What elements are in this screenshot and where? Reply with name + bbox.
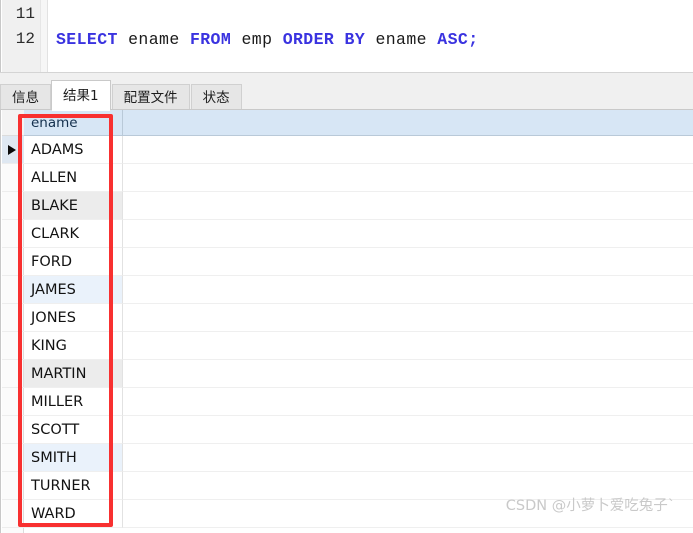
cell-ename[interactable]: ALLEN bbox=[24, 164, 123, 192]
row-filler bbox=[123, 220, 693, 248]
column-header-ename[interactable]: ename bbox=[24, 110, 123, 135]
sql-token-space bbox=[272, 30, 282, 49]
table-row[interactable]: MARTIN bbox=[24, 360, 693, 388]
editor-line-11[interactable]: 11 bbox=[1, 2, 693, 27]
line-number: 11 bbox=[15, 5, 35, 23]
table-row[interactable]: MILLER bbox=[24, 388, 693, 416]
tab-list: 信息 结果1 配置文件 状态 bbox=[0, 77, 243, 111]
row-header-cell[interactable] bbox=[2, 388, 24, 416]
csdn-watermark: CSDN @小萝卜爱吃兔子` bbox=[505, 498, 675, 514]
line-number: 12 bbox=[15, 30, 35, 48]
table-row[interactable]: JONES bbox=[24, 304, 693, 332]
sql-token-space bbox=[427, 30, 437, 49]
row-filler bbox=[123, 164, 693, 192]
sql-token-space bbox=[118, 30, 128, 49]
row-header-cell[interactable] bbox=[2, 444, 24, 472]
tab-2-active[interactable]: 结果1 bbox=[51, 80, 111, 111]
row-header-cell[interactable] bbox=[2, 276, 24, 304]
sql-token-punc: ; bbox=[468, 30, 479, 49]
sql-token-id: ename bbox=[128, 30, 180, 49]
row-header-cell[interactable] bbox=[2, 248, 24, 276]
tab-3[interactable]: 配置文件 bbox=[111, 84, 190, 111]
cell-ename[interactable]: FORD bbox=[24, 248, 123, 276]
row-filler bbox=[123, 332, 693, 360]
cell-ename[interactable]: JONES bbox=[24, 304, 123, 332]
sql-token-id: ename bbox=[375, 30, 427, 49]
row-header-cell[interactable] bbox=[2, 500, 24, 528]
table-row[interactable]: CLARK bbox=[24, 220, 693, 248]
sql-token-space bbox=[180, 30, 190, 49]
cell-ename[interactable]: MILLER bbox=[24, 388, 123, 416]
row-filler bbox=[123, 192, 693, 220]
table-row[interactable]: ALLEN bbox=[24, 164, 693, 192]
table-row[interactable]: ADAMS bbox=[24, 136, 693, 164]
row-filler bbox=[123, 388, 693, 416]
cell-ename[interactable]: KING bbox=[24, 332, 123, 360]
sql-token-kw: SELECT bbox=[56, 30, 118, 49]
row-header-cell[interactable] bbox=[2, 192, 24, 220]
cell-ename[interactable]: CLARK bbox=[24, 220, 123, 248]
table-row[interactable]: KING bbox=[24, 332, 693, 360]
table-row[interactable]: SCOTT bbox=[24, 416, 693, 444]
row-header-cell[interactable] bbox=[2, 164, 24, 192]
cell-ename[interactable]: ADAMS bbox=[24, 136, 123, 164]
cell-ename[interactable]: MARTIN bbox=[24, 360, 123, 388]
sql-token-id: emp bbox=[241, 30, 273, 49]
tab-1[interactable]: 信息 bbox=[0, 84, 51, 111]
row-header-column bbox=[2, 110, 24, 533]
grid-header-row: ename bbox=[24, 110, 693, 136]
sql-token-space bbox=[365, 30, 375, 49]
table-row[interactable]: SMITH bbox=[24, 444, 693, 472]
cell-ename[interactable]: SMITH bbox=[24, 444, 123, 472]
result-panel-tabbar: 信息 结果1 配置文件 状态 bbox=[0, 72, 693, 111]
row-header-cell[interactable] bbox=[2, 472, 24, 500]
sql-token-space bbox=[231, 30, 241, 49]
row-filler bbox=[123, 360, 693, 388]
row-filler bbox=[123, 248, 693, 276]
row-header-cell[interactable] bbox=[2, 220, 24, 248]
sql-statement[interactable]: SELECT ename FROM emp ORDER BY ename ASC… bbox=[56, 27, 479, 52]
row-header-cell[interactable] bbox=[2, 416, 24, 444]
row-header-cell[interactable] bbox=[2, 304, 24, 332]
row-header-cell[interactable] bbox=[2, 332, 24, 360]
sql-token-kw: ASC bbox=[437, 30, 469, 49]
cell-ename[interactable]: WARD bbox=[24, 500, 123, 528]
cell-ename[interactable]: BLAKE bbox=[24, 192, 123, 220]
cell-ename[interactable]: TURNER bbox=[24, 472, 123, 500]
cell-ename[interactable]: JAMES bbox=[24, 276, 123, 304]
row-filler bbox=[123, 444, 693, 472]
row-header-corner bbox=[2, 110, 24, 136]
editor-line-12[interactable]: 12 SELECT ename FROM emp ORDER BY ename … bbox=[1, 27, 693, 52]
row-filler bbox=[123, 304, 693, 332]
row-filler bbox=[123, 276, 693, 304]
grid-body[interactable]: ename ADAMS ALLEN BLAKE CLARK FORD JAMES JONES K… bbox=[24, 110, 693, 528]
grid-header-filler bbox=[123, 110, 693, 135]
tab-4[interactable]: 状态 bbox=[190, 84, 242, 111]
sql-token-space bbox=[334, 30, 344, 49]
row-header-cell[interactable] bbox=[2, 360, 24, 388]
table-row[interactable]: FORD bbox=[24, 248, 693, 276]
table-row[interactable]: BLAKE bbox=[24, 192, 693, 220]
table-row[interactable]: JAMES bbox=[24, 276, 693, 304]
row-filler bbox=[123, 416, 693, 444]
sql-token-kw: FROM bbox=[189, 30, 232, 49]
sql-token-kw: ORDER bbox=[282, 30, 335, 49]
sql-editor[interactable]: 11 12 SELECT ename FROM emp ORDER BY ena… bbox=[0, 0, 693, 72]
result-grid[interactable]: ename ADAMS ALLEN BLAKE CLARK FORD JAMES JONES K… bbox=[0, 110, 693, 533]
cell-ename[interactable]: SCOTT bbox=[24, 416, 123, 444]
sql-token-kw: BY bbox=[344, 30, 366, 49]
current-row-indicator[interactable] bbox=[2, 136, 24, 164]
row-filler bbox=[123, 136, 693, 164]
